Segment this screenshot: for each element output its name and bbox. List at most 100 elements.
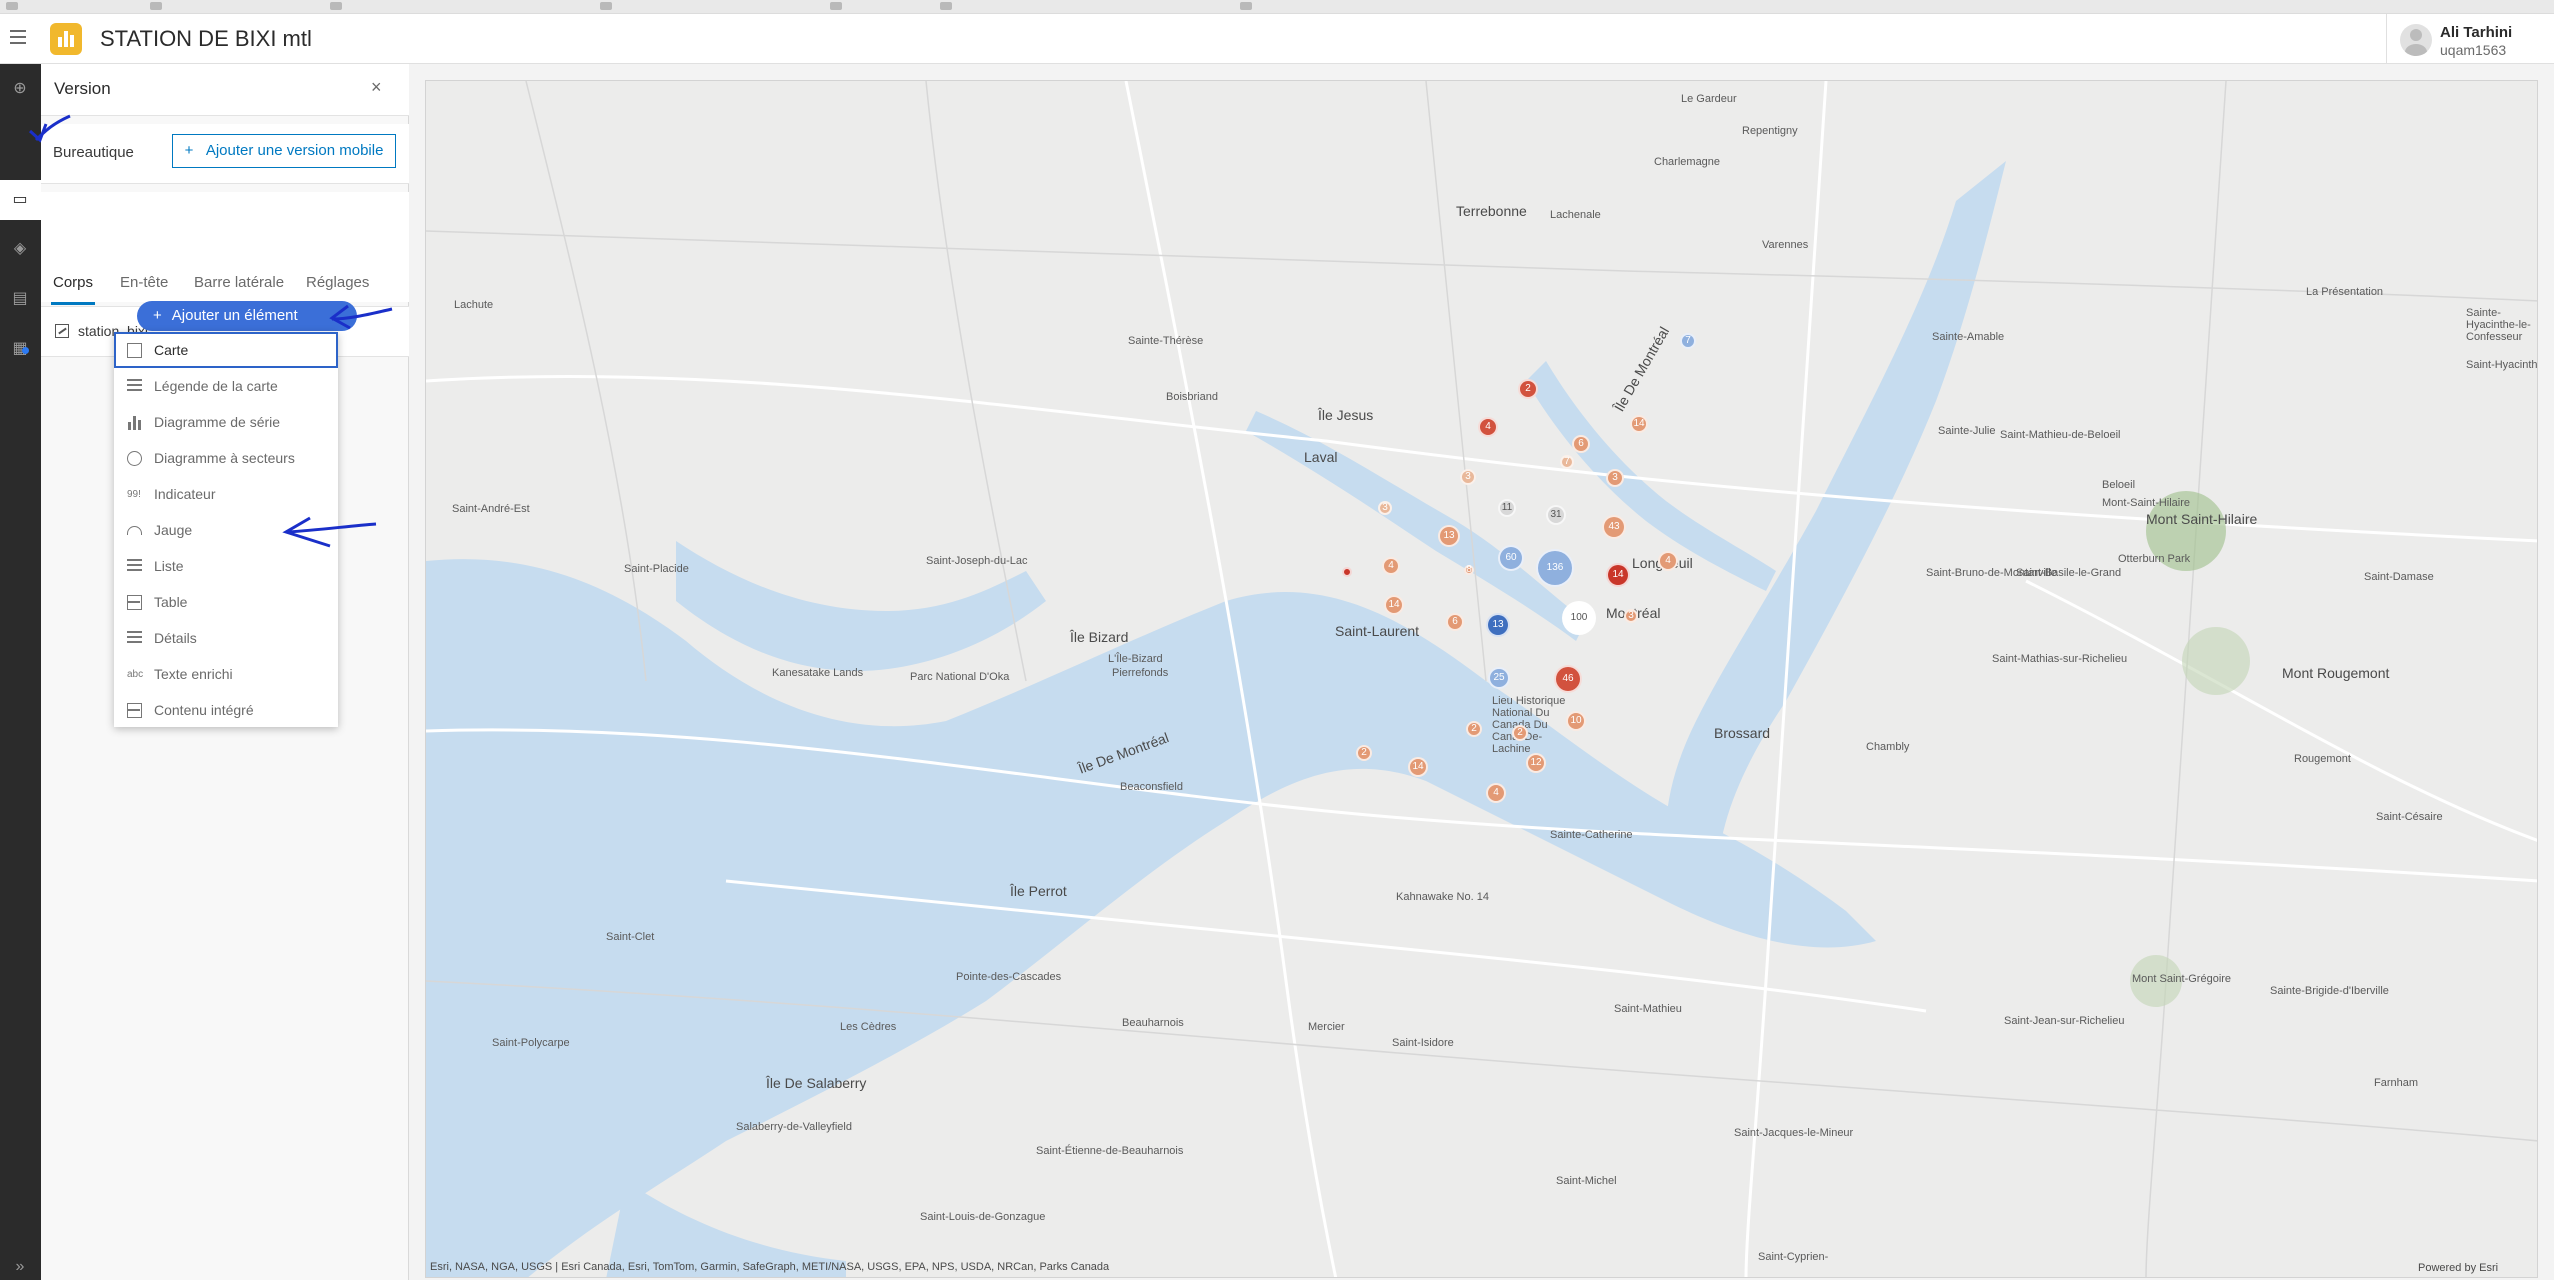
cluster-marker[interactable]: 13 — [1438, 525, 1460, 547]
menu-item-contenu-integre[interactable]: Contenu intégré — [114, 692, 338, 728]
menu-item-label: Détails — [154, 630, 197, 646]
cluster-marker[interactable]: 4 — [1658, 551, 1678, 571]
map-label: Saint-André-Est — [452, 503, 530, 515]
cluster-marker[interactable]: 4 — [1478, 417, 1498, 437]
cluster-marker[interactable]: 4 — [1486, 783, 1506, 803]
map-label: Kanesatake Lands — [772, 667, 864, 679]
map-label: Sainte-Julie — [1938, 425, 1996, 437]
cluster-marker[interactable]: 3 — [1624, 609, 1638, 623]
map-label: La Présentation — [2306, 286, 2384, 298]
cluster-marker[interactable]: 14 — [1606, 563, 1630, 587]
map-label: Saint-Michel — [1556, 1175, 1617, 1187]
map-label: Kahnawake No. 14 — [1396, 891, 1489, 903]
map-label: Sainte-Amable — [1932, 331, 2005, 343]
menu-item-label: Liste — [154, 558, 184, 574]
map-label: Rougemont — [2294, 753, 2351, 765]
map-label: Saint-Césaire — [2376, 811, 2443, 823]
map-label: Saint-Mathias-sur-Richelieu — [1992, 653, 2128, 665]
header-divider — [2386, 14, 2387, 64]
list-icon — [127, 559, 142, 574]
user-avatar[interactable] — [2400, 24, 2432, 56]
cluster-marker[interactable]: 7 — [1680, 333, 1696, 349]
map-label: Charlemagne — [1654, 156, 1721, 168]
cluster-marker[interactable]: 3 — [1460, 469, 1476, 485]
cluster-marker[interactable]: 11 — [1498, 499, 1516, 517]
cluster-marker[interactable]: 8 — [1464, 565, 1474, 575]
cluster-marker[interactable]: 2 — [1518, 379, 1538, 399]
details-icon — [127, 631, 142, 646]
cluster-marker[interactable]: 25 — [1488, 667, 1510, 689]
menu-item-details[interactable]: Détails — [114, 620, 338, 656]
map-label: Saint-Mathieu — [1614, 1003, 1682, 1015]
cluster-marker[interactable]: 10 — [1566, 711, 1586, 731]
map-label: Sainte-Brigide-d'Iberville — [2270, 985, 2389, 997]
map-label: Varennes — [1762, 239, 1809, 251]
cluster-marker[interactable]: 60 — [1498, 545, 1524, 571]
menu-item-label: Contenu intégré — [154, 702, 254, 718]
map-label: Boisbriand — [1166, 391, 1218, 403]
map-label: Saint-Placide — [624, 563, 689, 575]
map-label: Saint-Mathieu-de-Beloeil — [2000, 429, 2121, 441]
map-label: Saint-Jacques-le-Mineur — [1734, 1127, 1854, 1139]
map-label: Repentigny — [1742, 125, 1798, 137]
cluster-marker[interactable]: 46 — [1554, 665, 1582, 693]
map-view[interactable]: Le Gardeur Repentigny Charlemagne Terreb… — [425, 80, 2538, 1278]
map-label: L'Île-Bizard — [1108, 653, 1163, 665]
map-label: Mont Saint-Grégoire — [2132, 973, 2232, 985]
cluster-marker[interactable]: 31 — [1546, 505, 1566, 525]
map-label: Saint-Cyprien- — [1758, 1251, 1829, 1263]
map-label: Mont Rougemont — [2282, 665, 2390, 681]
cluster-marker[interactable]: 12 — [1526, 753, 1546, 773]
cluster-marker[interactable]: 6 — [1572, 435, 1590, 453]
cluster-marker[interactable]: 43 — [1602, 515, 1626, 539]
map-label: Saint-Louis-de-Gonzague — [920, 1211, 1046, 1223]
rich-text-icon: abc — [127, 669, 144, 680]
map-label: Île Bizard — [1070, 629, 1129, 645]
cluster-marker[interactable]: 13 — [1486, 613, 1510, 637]
cluster-marker[interactable]: 136 — [1536, 549, 1574, 587]
cluster-marker[interactable]: 4 — [1382, 557, 1400, 575]
map-label: Otterburn Park — [2118, 553, 2191, 565]
map-label: Mont-Saint-Hilaire — [2102, 497, 2191, 509]
map-label: Saint-Isidore — [1392, 1037, 1454, 1049]
cluster-marker[interactable]: 6 — [1446, 613, 1464, 631]
cluster-marker[interactable]: 7 — [1560, 455, 1574, 469]
annotation-arrowhead-sidebar — [28, 123, 48, 143]
map-label: Beaconsfield — [1120, 781, 1183, 793]
map-label: Mercier — [1308, 1021, 1345, 1033]
map-label: Saint-Joseph-du-Lac — [926, 555, 1028, 567]
cluster-marker[interactable]: 14 — [1408, 757, 1428, 777]
map-label: Île Perrot — [1010, 883, 1067, 899]
station-point[interactable] — [1342, 567, 1352, 577]
cluster-marker[interactable]: 3 — [1378, 501, 1392, 515]
map-label: Pierrefonds — [1112, 667, 1169, 679]
map-label: Beloeil — [2102, 479, 2136, 491]
map-label: Saint-Clet — [606, 931, 655, 943]
map-label: Saint-Jean-sur-Richelieu — [2004, 1015, 2125, 1027]
map-label: Saint-Étienne-de-Beauharnois — [1036, 1145, 1184, 1157]
cluster-marker[interactable]: 14 — [1630, 415, 1648, 433]
cluster-marker[interactable]: 3 — [1606, 469, 1624, 487]
map-label: Lachute — [454, 299, 494, 311]
map-label: Île Jesus — [1318, 407, 1374, 423]
menu-item-table[interactable]: Table — [114, 584, 338, 620]
table-icon — [127, 595, 142, 610]
cluster-marker[interactable]: 2 — [1512, 725, 1528, 741]
map-label: Saint-Damase — [2364, 571, 2434, 583]
map-label: Saint-Bruno-de-Montarville — [1926, 567, 2057, 579]
map-label: Saint-Laurent — [1335, 623, 1420, 639]
menu-item-texte-enrichi[interactable]: abc Texte enrichi — [114, 656, 338, 692]
expand-icon[interactable]: » — [9, 1256, 31, 1278]
cluster-marker[interactable]: 100 — [1562, 601, 1596, 635]
basemap — [426, 81, 2537, 1277]
user-name[interactable]: Ali Tarhini — [2440, 24, 2512, 41]
annotation-arrow-jauge — [287, 522, 377, 534]
map-attribution: Esri, NASA, NGA, USGS | Esri Canada, Esr… — [430, 1261, 1110, 1273]
cluster-marker[interactable]: 14 — [1384, 595, 1404, 615]
cluster-marker[interactable]: 2 — [1466, 721, 1482, 737]
embedded-icon — [127, 703, 142, 718]
menu-item-label: Texte enrichi — [154, 666, 233, 682]
cluster-marker[interactable]: 2 — [1356, 745, 1372, 761]
powered-by-esri[interactable]: Powered by Esri — [2418, 1262, 2498, 1274]
user-login: uqam1563 — [2440, 42, 2507, 58]
